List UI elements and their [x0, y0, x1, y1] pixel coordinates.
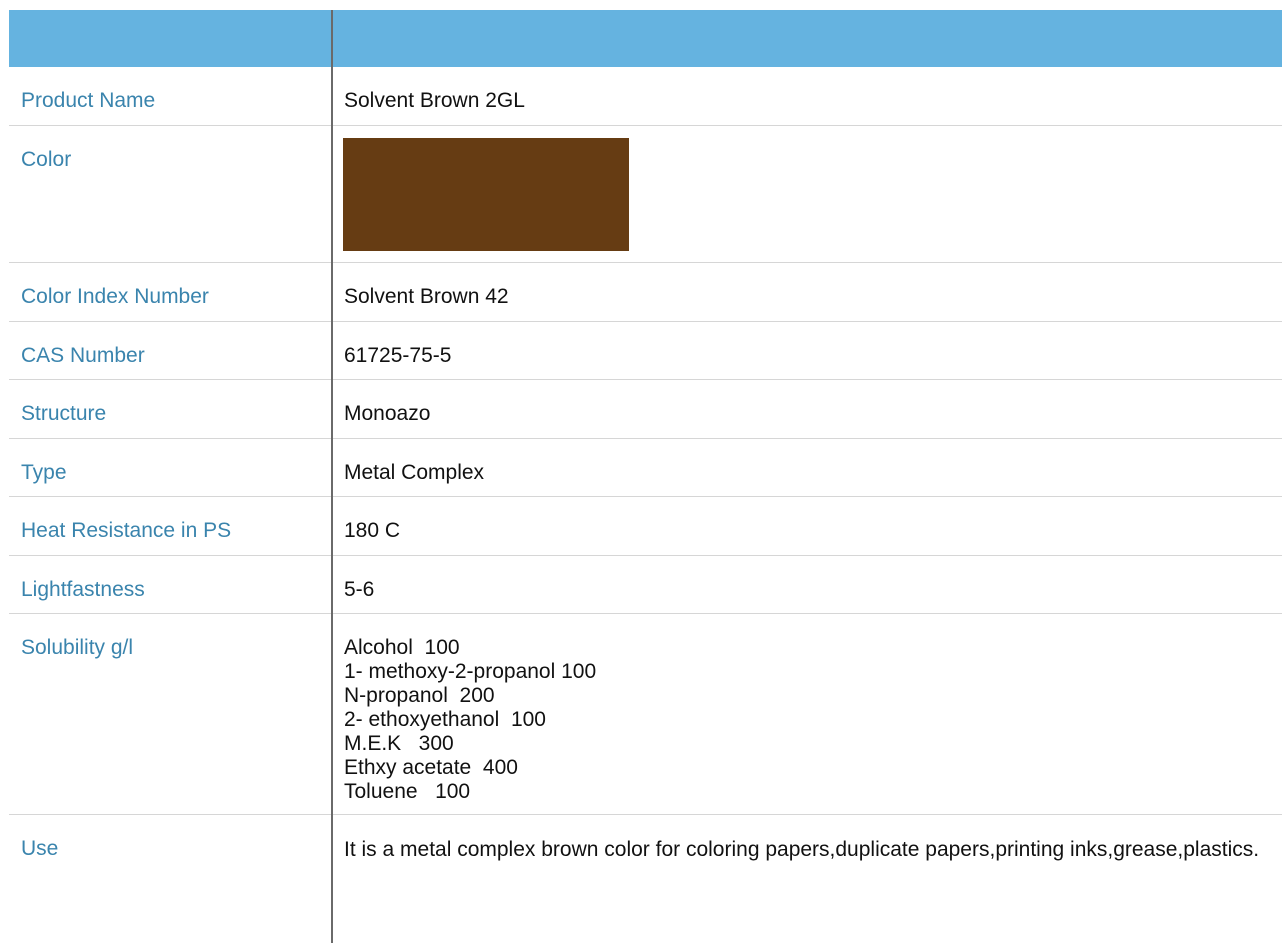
- header-cell-property: [9, 10, 331, 67]
- row-label: Lightfastness: [21, 578, 145, 601]
- row-value: Monoazo: [344, 402, 431, 425]
- table-row-color: Color: [9, 126, 1282, 263]
- table-header-row: [9, 10, 1282, 67]
- column-divider: [331, 10, 333, 943]
- row-label: Heat Resistance in PS: [21, 519, 232, 542]
- solubility-line: M.E.K 300: [344, 732, 454, 755]
- row-value: It is a metal complex brown color for co…: [344, 838, 1260, 861]
- table-row-type: Type Metal Complex: [9, 439, 1282, 497]
- table-row-solubility: Solubility g/l Alcohol 100 1- methoxy-2-…: [9, 614, 1282, 815]
- table-row-color-index: Color Index Number Solvent Brown 42: [9, 263, 1282, 322]
- color-swatch: [343, 138, 629, 251]
- row-value: 180 C: [344, 519, 401, 542]
- solubility-line: Alcohol 100: [344, 636, 460, 659]
- row-value: 5-6: [344, 578, 375, 601]
- table-row-structure: Structure Monoazo: [9, 380, 1282, 439]
- row-label: Structure: [21, 402, 107, 425]
- solubility-line: Toluene 100: [344, 780, 471, 803]
- row-value: Metal Complex: [344, 461, 485, 484]
- solubility-line: N-propanol 200: [344, 684, 495, 707]
- solubility-list: Alcohol 100 1- methoxy-2-propanol 100 N-…: [344, 636, 1269, 804]
- row-label: Solubility g/l: [21, 636, 134, 659]
- solubility-line: 2- ethoxyethanol 100: [344, 708, 546, 731]
- product-spec-table: Product Name Solvent Brown 2GL Color Col…: [9, 10, 1282, 943]
- row-label: Product Name: [21, 89, 156, 112]
- table-row-heat-resistance: Heat Resistance in PS 180 C: [9, 497, 1282, 556]
- row-label: Type: [21, 461, 67, 484]
- row-value: 61725-75-5: [344, 344, 452, 367]
- row-label: CAS Number: [21, 344, 145, 367]
- row-value: Solvent Brown 42: [344, 285, 509, 308]
- row-value: Solvent Brown 2GL: [344, 89, 525, 112]
- solubility-line: Ethxy acetate 400: [344, 756, 518, 779]
- row-label: Use: [21, 837, 59, 860]
- header-cell-value: [333, 10, 1282, 67]
- table-row-use: Use It is a metal complex brown color fo…: [9, 815, 1282, 943]
- row-label: Color: [21, 148, 72, 171]
- table-row-cas-number: CAS Number 61725-75-5: [9, 322, 1282, 380]
- table-row-lightfastness: Lightfastness 5-6: [9, 556, 1282, 614]
- row-label: Color Index Number: [21, 285, 209, 308]
- solubility-line: 1- methoxy-2-propanol 100: [344, 660, 597, 683]
- table-row-product-name: Product Name Solvent Brown 2GL: [9, 67, 1282, 126]
